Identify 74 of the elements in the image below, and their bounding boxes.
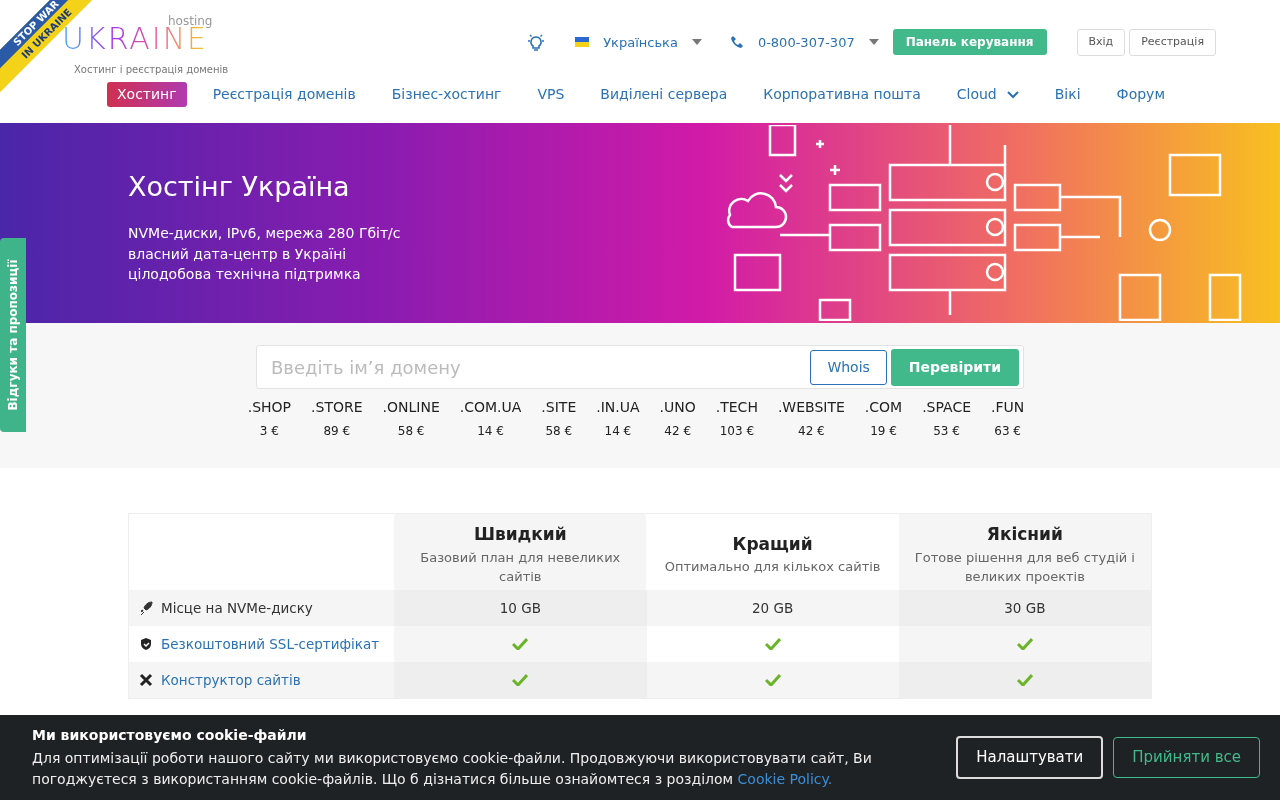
domain-zone[interactable]: .STORE [311, 397, 363, 418]
feature-link[interactable]: Конструктор сайтів [161, 669, 301, 691]
domain-zone[interactable]: .IN.UA [596, 397, 640, 418]
nav-link[interactable]: Реєстрація доменів [202, 82, 366, 107]
zone-price: 3 € [258, 423, 280, 440]
caret-icon [868, 39, 879, 46]
checkmark-icon [1016, 638, 1033, 650]
plan-value: 20 GB [752, 598, 794, 618]
lightbulb-icon [527, 33, 546, 52]
hero-feature-text: NVMe-диски, IPv6, мережа 280 Гбіт/с [128, 224, 401, 243]
nav-link[interactable]: Cloud [946, 82, 1029, 107]
zone-price: 63 € [993, 423, 1022, 440]
nav-link[interactable]: Бізнес-хостинг [381, 82, 512, 107]
plan-name: Якісний [986, 523, 1063, 547]
zone-price: 103 € [718, 423, 755, 440]
nav-link[interactable]: VPS [527, 82, 575, 107]
domain-zone[interactable]: .TECH [715, 397, 758, 418]
domain-zone[interactable]: .SHOP [247, 397, 292, 418]
checkmark-icon [764, 674, 781, 686]
zone-price: 14 € [603, 423, 633, 440]
language-dropdown[interactable]: Українська [603, 32, 678, 52]
plan-name: Кращий [732, 532, 813, 556]
zone-price: 42 € [663, 423, 692, 440]
chevron-down-icon [1006, 91, 1019, 99]
domain-zone[interactable]: .ONLINE [382, 397, 440, 418]
plan-description: Готове рішення для веб студій і великих проектів [914, 548, 1135, 586]
zone-price: 58 € [544, 423, 574, 440]
settings-button[interactable]: Налаштувати [956, 736, 1104, 779]
checkmark-icon [764, 638, 781, 650]
plan-name: Швидкий [473, 523, 567, 547]
hero-title: Хостінг Україна [128, 170, 350, 204]
shield-icon [139, 637, 153, 651]
plan-value: 30 GB [1004, 598, 1046, 618]
ukraine-flag-icon [575, 37, 590, 48]
hero-feature-text: цілодобова технічна підтримка [128, 265, 362, 284]
domain-zone[interactable]: .UNO [659, 397, 696, 418]
domain-zone[interactable]: .COM [864, 397, 903, 418]
checkmark-icon [1016, 674, 1033, 686]
logo-tagline: Хостинг і реєстрація доменів [74, 63, 229, 77]
feature-link[interactable]: Безкоштовний SSL-сертифікат [161, 633, 380, 655]
checkmark-icon [512, 638, 529, 650]
nav-link[interactable]: Вікі [1044, 82, 1091, 107]
nav-link[interactable]: Виділені сервера [590, 82, 738, 107]
domain-zone[interactable]: .FUN [991, 397, 1025, 418]
accept-all-button[interactable]: Прийняти все [1113, 737, 1260, 778]
domain-zone[interactable]: .SPACE [922, 397, 971, 418]
plan-value: 10 GB [499, 598, 541, 618]
login-button[interactable]: Вхід [1076, 29, 1126, 56]
phone-icon [729, 35, 744, 50]
cookie-policy-link[interactable]: Cookie Policy. [737, 771, 833, 787]
phone-number[interactable]: 0-800-307-307 [757, 32, 855, 52]
zone-price: 19 € [869, 423, 898, 440]
cookie-title: Ми використовуємо cookie-файли [32, 726, 308, 745]
hero-feature-text: власний дата-центр в Україні [128, 244, 348, 264]
cookie-text: Для оптимізації роботи нашого сайту ми використовуємо cookie-файли. Продовжуючи використовувати сайт, Ви погоджуєтеся з використанням cookie-файлів. Що б дізнатися більше ознайомтеся з розділом Cookie Policy. [32, 749, 873, 789]
nav-link[interactable]: Форум [1106, 82, 1175, 107]
whois-button[interactable]: Whois [810, 349, 887, 385]
domain-zone[interactable]: .SITE [541, 397, 577, 418]
zone-price: 53 € [932, 423, 961, 440]
nav-link[interactable]: Корпоративна пошта [753, 82, 931, 107]
zone-price: 14 € [476, 423, 505, 440]
plan-description: Базовий план для невеликих сайтів [419, 548, 622, 586]
zone-price: 89 € [322, 423, 352, 440]
zone-price: 42 € [797, 423, 826, 440]
nav-link[interactable]: Хостинг [107, 82, 187, 107]
domain-zone[interactable]: .WEBSITE [777, 397, 845, 418]
register-button[interactable]: Реєстрація [1129, 29, 1216, 56]
plan-description: Оптимально для кількох сайтів [664, 558, 881, 577]
feature-label: Місце на NVMe-диску [161, 598, 313, 618]
domain-search-field[interactable]: Введіть ім’я домену Whois Перевірити [256, 345, 1024, 389]
zone-price: 58 € [396, 423, 426, 440]
caret-icon [691, 39, 702, 46]
checkmark-icon [512, 674, 529, 686]
domain-zone[interactable]: .COM.UA [459, 397, 522, 418]
